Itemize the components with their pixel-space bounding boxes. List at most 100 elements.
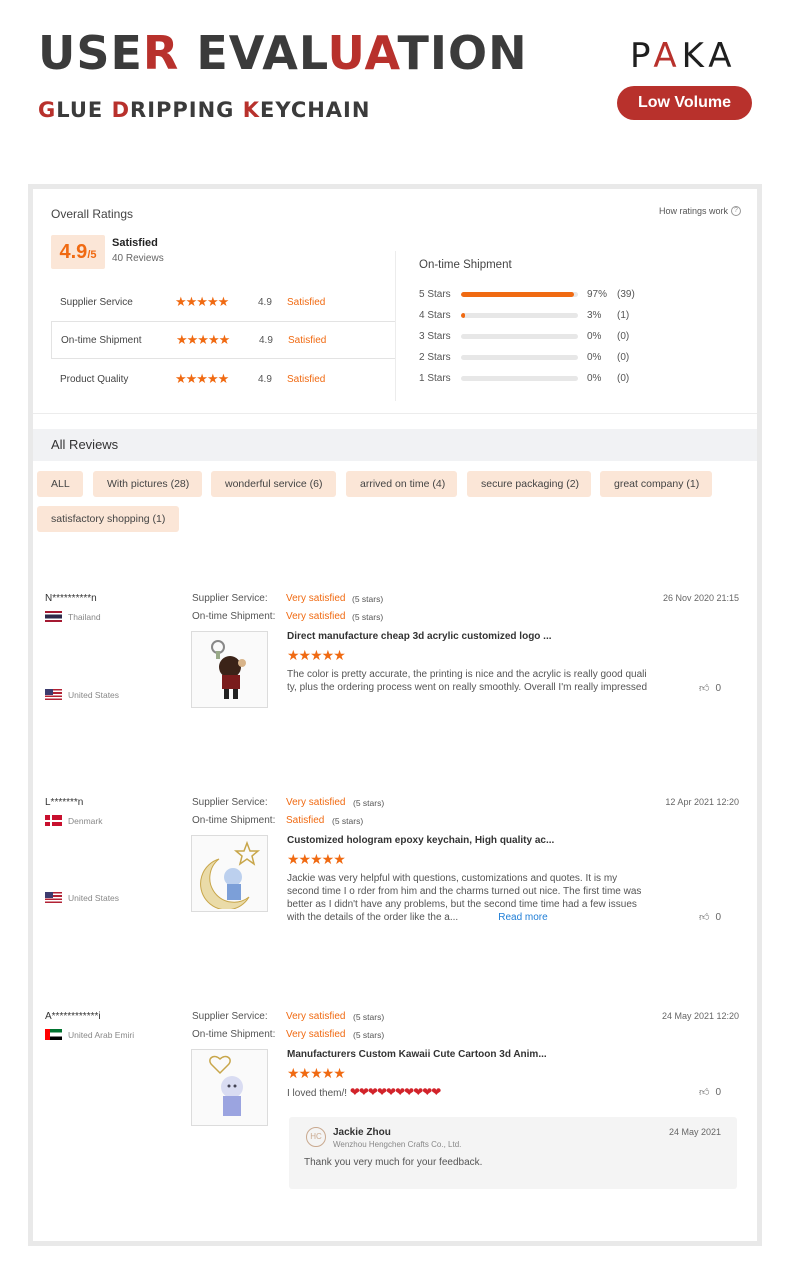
metric-score: 4.9 [258,296,272,308]
like-count: 0 [715,682,721,694]
keychain-image-icon [199,840,260,909]
summary-divider [395,251,396,401]
review-date: 26 Nov 2020 21:15 [662,593,739,603]
metric-name: Product Quality [60,373,129,385]
star-row-label: 4 Stars [419,309,451,321]
product-title[interactable]: Manufacturers Custom Kawaii Cute Cartoon… [287,1049,547,1060]
flag-thailand-icon [45,611,62,622]
filter-tag-all[interactable]: ALL [37,471,83,497]
metric-label: Satisfied [288,334,327,346]
flag-us-icon [45,892,62,903]
overall-score: 4.9/5 [51,235,105,269]
flag-uae-icon [45,1029,62,1040]
star-row-bar [461,312,578,318]
on-time-shipment-value: Very satisfied [286,611,346,622]
on-time-shipment-value: Satisfied [286,815,325,826]
how-ratings-label: How ratings work [658,206,728,216]
screenshot-frame: Overall Ratings How ratings work? 4.9/5 … [28,184,762,1246]
reviewer-name: N**********n [45,593,97,604]
product-thumbnail[interactable] [191,631,268,708]
subtitle-part-accent: G [38,98,57,122]
page-title: USER EVALUATION [38,30,528,76]
product-thumbnail[interactable] [191,835,268,912]
score-max: /5 [87,249,97,261]
thumbs-up-icon: 👍︎ [698,1087,710,1098]
star-row-bar [461,354,578,360]
star-row-count: (0) [617,330,630,342]
score-label: Satisfied [112,237,158,249]
thumbs-up-icon: 👍︎ [698,683,710,694]
metric-name: On-time Shipment [61,334,142,346]
keychain-image-icon [210,639,246,699]
country-label: Denmark [68,815,103,826]
metric-label: Satisfied [287,296,326,308]
reply-text: Thank you very much for your feedback. [304,1157,483,1168]
all-reviews-header: All Reviews [33,429,757,461]
thumbs-up-icon: 👍︎ [698,912,710,923]
filter-tag-arrived-on-time[interactable]: arrived on time (4) [346,471,457,497]
shipment-row-1-stars: 1 Stars 0% (0) [419,370,629,386]
shipment-breakdown-title: On-time Shipment [419,259,512,271]
read-more-link[interactable]: Read more [498,912,547,923]
title-part: TION [397,26,528,80]
metric-row-product-quality: Product Quality ★★★★★ 4.9 Satisfied [51,360,395,398]
filter-tag-satisfactory-shopping[interactable]: satisfactory shopping (1) [37,506,179,532]
product-star-rating-icon: ★★★★★ [287,647,346,663]
subtitle-part-accent: D [111,98,131,122]
review-date: 12 Apr 2021 12:20 [665,797,739,807]
review-text: The color is pretty accurate, the printi… [287,669,648,693]
star-row-bar-fill [461,312,465,318]
reply-company: Wenzhou Hengchen Crafts Co., Ltd. [333,1140,462,1149]
star-row-percent: 0% [587,330,602,342]
on-time-shipment-stars: (5 stars) [352,612,384,622]
filter-tag-wonderful-service[interactable]: wonderful service (6) [211,471,336,497]
star-row-bar [461,333,578,339]
flag-us-icon [45,689,62,700]
on-time-shipment-stars: (5 stars) [332,816,364,826]
metric-row-on-time-shipment[interactable]: On-time Shipment ★★★★★ 4.9 Satisfied [51,321,395,359]
title-part: USE [38,26,143,80]
heart-emoji-icons: ❤❤❤❤❤❤❤❤❤❤ [349,1085,442,1099]
star-row-count: (1) [617,309,630,321]
filter-tag-great-company[interactable]: great company (1) [600,471,712,497]
brand-letter: P [630,36,654,76]
supplier-service-stars: (5 stars) [353,1012,385,1022]
country-label: United States [68,892,120,903]
like-button[interactable]: 👍︎ 0 [698,682,721,695]
star-row-label: 2 Stars [419,351,451,363]
star-row-percent: 0% [587,351,602,363]
review-item: A************i United Arab Emiri Supplie… [33,1011,757,1201]
like-button[interactable]: 👍︎ 0 [698,911,721,924]
subtitle-part: RIPPING [130,98,243,122]
reply-author: Jackie Zhou [333,1127,391,1138]
supplier-service-label: Supplier Service: [192,797,268,808]
title-part: EVAL [179,26,328,80]
flag-denmark-icon [45,815,62,826]
brand-letter-accent: A [653,36,682,76]
review-text: I loved them/! ❤❤❤❤❤❤❤❤❤❤ [287,1086,650,1100]
filter-tag-with-pictures[interactable]: With pictures (28) [93,471,202,497]
supplier-service-stars: (5 stars) [353,798,385,808]
review-date: 24 May 2021 12:20 [661,1011,739,1021]
like-button[interactable]: 👍︎ 0 [698,1086,721,1099]
supplier-logo-icon: HC [306,1127,326,1147]
star-row-bar [461,291,578,297]
low-volume-badge: Low Volume [617,86,752,120]
supplier-service-label: Supplier Service: [192,1011,268,1022]
help-icon: ? [731,206,741,216]
on-time-shipment-value: Very satisfied [286,1029,346,1040]
star-row-count: (39) [617,288,635,300]
like-count: 0 [715,1086,721,1098]
filter-tag-secure-packaging[interactable]: secure packaging (2) [467,471,591,497]
how-ratings-link[interactable]: How ratings work? [659,206,741,216]
product-title[interactable]: Direct manufacture cheap 3d acrylic cust… [287,631,552,642]
shipment-row-3-stars: 3 Stars 0% (0) [419,328,629,344]
product-title[interactable]: Customized hologram epoxy keychain, High… [287,835,554,846]
like-count: 0 [715,911,721,923]
star-row-label: 1 Stars [419,372,451,384]
product-thumbnail[interactable] [191,1049,268,1126]
on-time-shipment-label: On-time Shipment: [192,815,276,826]
title-part-accent: UA [327,26,398,80]
metric-score: 4.9 [258,373,272,385]
keychain-image-icon [208,1055,243,1116]
